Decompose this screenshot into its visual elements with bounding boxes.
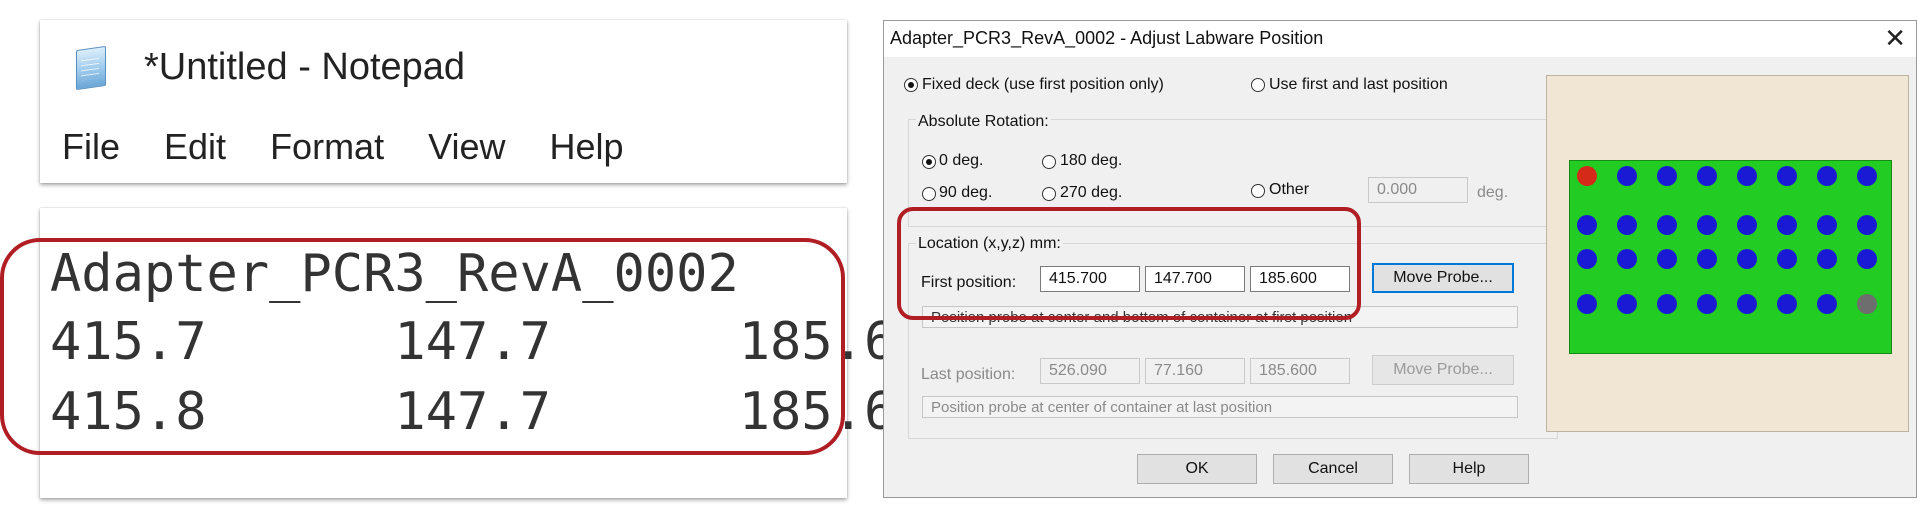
- menu-help[interactable]: Help: [549, 126, 623, 167]
- last-position-label: Last position:: [921, 366, 1016, 383]
- dialog-title: Adapter_PCR3_RevA_0002 - Adjust Labware …: [890, 28, 1324, 48]
- plate-well: [1697, 166, 1717, 186]
- last-y-input[interactable]: 77.160: [1145, 358, 1245, 384]
- plate-well: [1657, 294, 1677, 314]
- last-x-input[interactable]: 526.090: [1040, 358, 1140, 384]
- rotation-90-label: 90 deg.: [939, 184, 993, 201]
- rotation-other-input[interactable]: 0.000: [1368, 177, 1468, 203]
- plate-well: [1657, 249, 1677, 269]
- rotation-270-radio[interactable]: [1042, 187, 1056, 201]
- plate-well: [1737, 215, 1757, 235]
- highlight-annotation: [897, 207, 1361, 320]
- first-move-probe-button[interactable]: Move Probe...: [1372, 263, 1514, 293]
- plate-well: [1617, 249, 1637, 269]
- first-last-label: Use first and last position: [1269, 76, 1448, 93]
- notepad-icon: [76, 45, 106, 91]
- plate-well: [1697, 215, 1717, 235]
- plate-well: [1857, 215, 1877, 235]
- fixed-deck-label: Fixed deck (use first position only): [922, 76, 1164, 93]
- rotation-180-label: 180 deg.: [1060, 152, 1123, 169]
- rotation-0-radio[interactable]: [922, 155, 936, 169]
- menu-format[interactable]: Format: [270, 126, 384, 167]
- plate-well: [1737, 166, 1757, 186]
- rotation-90-radio[interactable]: [922, 187, 936, 201]
- plate-well: [1777, 166, 1797, 186]
- menu-edit[interactable]: Edit: [164, 126, 226, 167]
- plate-well: [1817, 249, 1837, 269]
- plate-well: [1577, 294, 1597, 314]
- cancel-button[interactable]: Cancel: [1273, 454, 1393, 484]
- plate-well: [1817, 215, 1837, 235]
- highlight-annotation: [0, 238, 845, 455]
- plate-well: [1857, 294, 1877, 314]
- plate-well: [1857, 166, 1877, 186]
- plate-well: [1777, 294, 1797, 314]
- notepad-title: *Untitled - Notepad: [144, 46, 466, 88]
- plate-well: [1857, 249, 1877, 269]
- plate-well: [1777, 215, 1797, 235]
- plate-well: [1737, 249, 1757, 269]
- plate-well: [1577, 215, 1597, 235]
- close-icon[interactable]: ✕: [1884, 23, 1906, 54]
- first-last-radio[interactable]: [1251, 78, 1265, 92]
- rotation-270-label: 270 deg.: [1060, 184, 1123, 201]
- rotation-180-radio[interactable]: [1042, 155, 1056, 169]
- plate-graphic: [1569, 160, 1892, 354]
- rotation-other-unit: deg.: [1477, 184, 1509, 201]
- menu-file[interactable]: File: [62, 126, 120, 167]
- rotation-other-label: Other: [1269, 181, 1310, 198]
- plate-well: [1577, 249, 1597, 269]
- rotation-group-label: Absolute Rotation:: [916, 113, 1051, 131]
- rotation-0-label: 0 deg.: [939, 152, 984, 169]
- help-button[interactable]: Help: [1409, 454, 1529, 484]
- fixed-deck-radio[interactable]: [904, 78, 918, 92]
- plate-well: [1817, 294, 1837, 314]
- notepad-window: *Untitled - Notepad File Edit Format View He…: [40, 20, 847, 183]
- plate-well: [1817, 166, 1837, 186]
- dialog-title-bar: Adapter_PCR3_RevA_0002 - Adjust Labware …: [884, 21, 1916, 57]
- plate-well: [1697, 249, 1717, 269]
- plate-well: [1617, 294, 1637, 314]
- menu-view[interactable]: View: [428, 126, 505, 167]
- plate-well: [1737, 294, 1757, 314]
- plate-well: [1657, 215, 1677, 235]
- last-move-probe-button[interactable]: Move Probe...: [1372, 355, 1514, 385]
- plate-well: [1577, 166, 1597, 186]
- last-z-input[interactable]: 185.600: [1250, 358, 1350, 384]
- last-position-hint: Position probe at center of container at…: [922, 396, 1518, 418]
- plate-well: [1697, 294, 1717, 314]
- ok-button[interactable]: OK: [1137, 454, 1257, 484]
- notepad-menu-bar: File Edit Format View Help: [62, 126, 668, 168]
- plate-well: [1617, 166, 1637, 186]
- rotation-other-radio[interactable]: [1251, 184, 1265, 198]
- plate-well: [1617, 215, 1637, 235]
- plate-well: [1657, 166, 1677, 186]
- plate-well: [1777, 249, 1797, 269]
